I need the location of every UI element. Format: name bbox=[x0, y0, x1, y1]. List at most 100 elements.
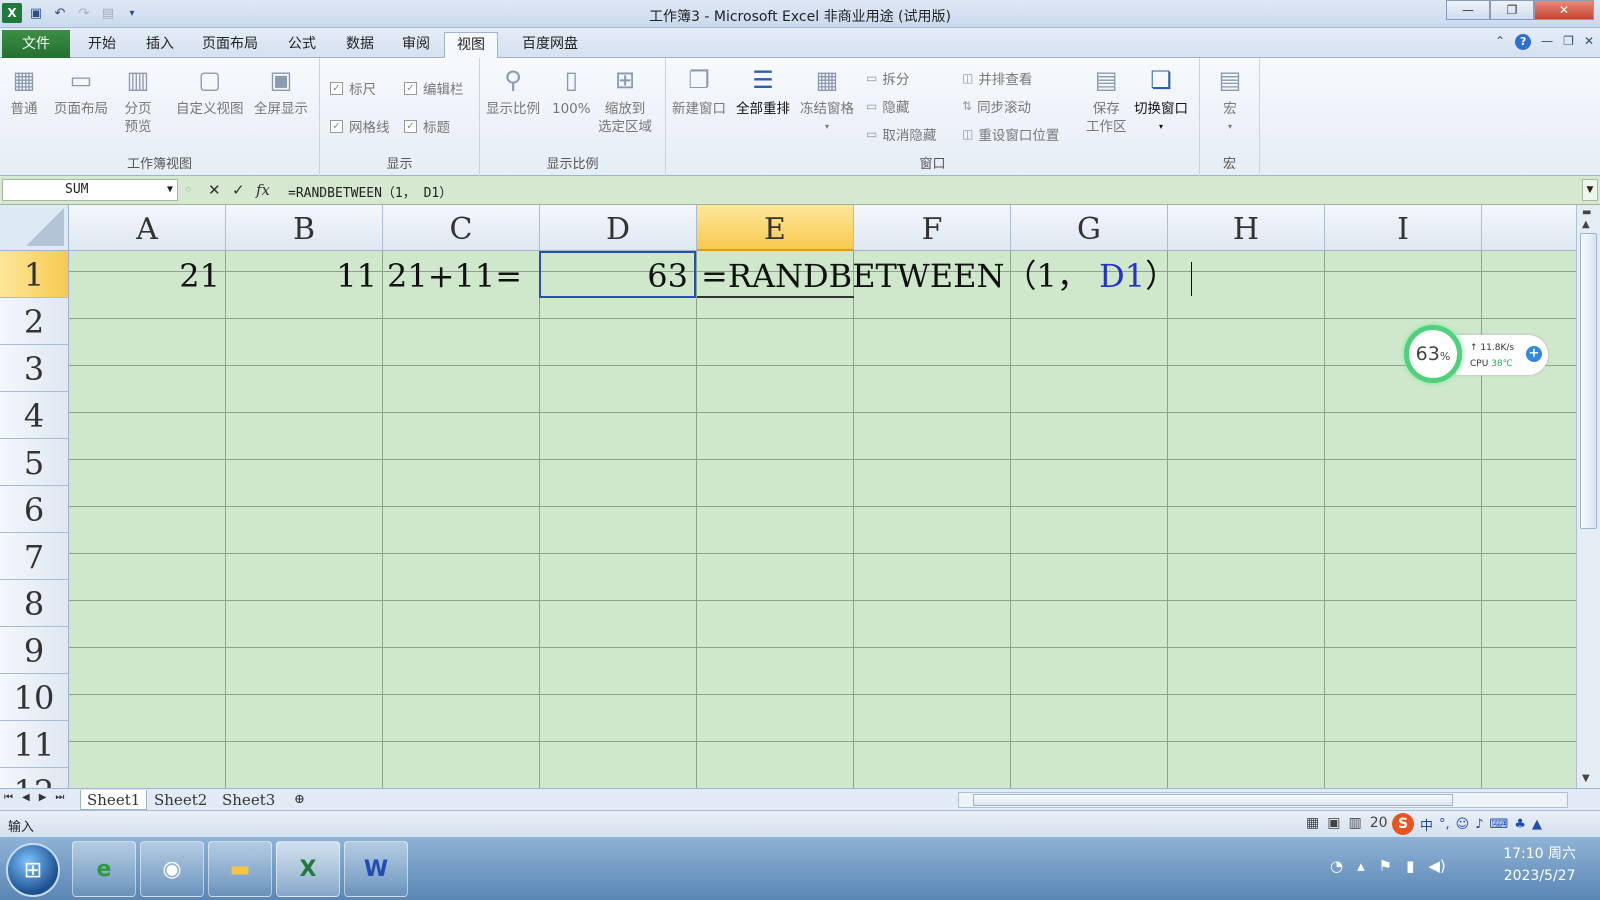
insert-sheet-icon[interactable]: ⊕ bbox=[288, 790, 311, 810]
column-header[interactable] bbox=[1482, 205, 1576, 251]
ie-icon[interactable]: e bbox=[72, 841, 136, 897]
cell-a1[interactable]: 21 bbox=[69, 251, 226, 298]
row-header[interactable]: 5 bbox=[0, 439, 69, 486]
help-icon[interactable]: ? bbox=[1515, 34, 1532, 50]
punctuation-icon[interactable]: °, bbox=[1439, 817, 1450, 832]
skin-icon[interactable]: ♣ bbox=[1514, 817, 1526, 832]
name-box[interactable]: SUM ▼ bbox=[2, 179, 178, 201]
column-header-selected[interactable]: E bbox=[697, 205, 854, 251]
cell-area[interactable]: 21 11 21+11= 63 =RANDBETWEEN（1， D1） bbox=[69, 251, 1576, 788]
page-layout-icon[interactable]: ▣ bbox=[1327, 815, 1340, 831]
microphone-icon[interactable]: ♪ bbox=[1475, 817, 1483, 832]
sync-scroll-button[interactable]: ⇅ 同步滚动 bbox=[962, 96, 1031, 116]
row-header[interactable]: 2 bbox=[0, 298, 69, 345]
row-header[interactable]: 7 bbox=[0, 533, 69, 580]
collapse-ribbon-icon[interactable]: ⌃ bbox=[1495, 34, 1505, 50]
word-icon[interactable]: W bbox=[344, 841, 408, 897]
cpu-monitor-widget[interactable]: ↑ 11.8K/s CPU 38℃ + 63% bbox=[1404, 325, 1550, 383]
formula-input[interactable]: =RANDBETWEEN（1， D1） bbox=[288, 182, 452, 201]
emoji-icon[interactable]: ☺ bbox=[1456, 817, 1470, 832]
cell-e1-editing[interactable]: =RANDBETWEEN（1， D1） bbox=[697, 251, 1193, 298]
minimize-button[interactable]: — bbox=[1446, 0, 1490, 20]
plus-icon[interactable]: + bbox=[1526, 346, 1542, 362]
unhide-button[interactable]: ▭ 取消隐藏 bbox=[866, 124, 936, 144]
zoom-button[interactable]: ⚲ 显示比例 bbox=[486, 64, 540, 118]
cell-d1-referenced[interactable]: 63 bbox=[539, 251, 696, 298]
keyboard-icon[interactable]: ⌨ bbox=[1490, 817, 1509, 832]
show-hidden-icons[interactable]: ▴ bbox=[1357, 857, 1365, 875]
tab-formulas[interactable]: 公式 bbox=[276, 32, 328, 58]
row-header[interactable]: 11 bbox=[0, 721, 69, 768]
cell-c1[interactable]: 21+11= bbox=[383, 251, 540, 298]
page-break-preview-button[interactable]: ▥ 分页 预览 bbox=[122, 64, 154, 136]
row-header[interactable]: 9 bbox=[0, 627, 69, 674]
cancel-icon[interactable]: ✕ bbox=[208, 181, 221, 199]
tab-baidu-netdisk[interactable]: 百度网盘 bbox=[510, 32, 590, 58]
column-header[interactable]: I bbox=[1325, 205, 1482, 251]
tab-review[interactable]: 审阅 bbox=[390, 32, 442, 58]
normal-view-icon[interactable]: ▦ bbox=[1306, 815, 1319, 831]
flag-icon[interactable]: ⚑ bbox=[1379, 857, 1392, 875]
horizontal-scrollbar[interactable] bbox=[958, 792, 1568, 808]
restore-button[interactable]: ❐ bbox=[1490, 0, 1534, 20]
split-button[interactable]: ▭ 拆分 bbox=[866, 68, 909, 88]
column-header[interactable]: F bbox=[854, 205, 1011, 251]
wifi-tray-icon[interactable]: ◔ bbox=[1330, 857, 1343, 875]
enter-icon[interactable]: ✓ bbox=[232, 181, 245, 199]
column-header[interactable]: A bbox=[69, 205, 226, 251]
reset-window-position-button[interactable]: ◫ 重设窗口位置 bbox=[962, 124, 1059, 144]
tab-home[interactable]: 开始 bbox=[76, 32, 128, 58]
prev-sheet-icon[interactable]: ◀ bbox=[22, 792, 30, 803]
scroll-thumb[interactable] bbox=[1580, 233, 1597, 529]
column-header[interactable]: B bbox=[226, 205, 383, 251]
toolbox-icon[interactable]: ▲ bbox=[1532, 817, 1542, 832]
hide-button[interactable]: ▭ 隐藏 bbox=[866, 96, 909, 116]
chevron-down-icon[interactable]: ▼ bbox=[167, 180, 173, 200]
first-sheet-icon[interactable]: ⏮ bbox=[4, 792, 13, 803]
row-header[interactable]: 12 bbox=[0, 768, 69, 788]
ime-language[interactable]: 中 bbox=[1420, 815, 1433, 834]
scroll-down-icon[interactable]: ▼ bbox=[1582, 773, 1590, 784]
page-break-icon[interactable]: ▥ bbox=[1348, 815, 1361, 831]
row-header[interactable]: 3 bbox=[0, 345, 69, 392]
tab-data[interactable]: 数据 bbox=[334, 32, 386, 58]
network-icon[interactable]: ▮ bbox=[1406, 857, 1414, 875]
scroll-up-icon[interactable]: ▲ bbox=[1582, 219, 1590, 230]
switch-windows-button[interactable]: ❏ 切换窗口 ▾ bbox=[1134, 64, 1188, 136]
folder-icon[interactable]: ▬ bbox=[208, 841, 272, 897]
column-header[interactable]: C bbox=[383, 205, 540, 251]
macros-button[interactable]: ▤ 宏 ▾ bbox=[1214, 64, 1246, 136]
tab-insert[interactable]: 插入 bbox=[134, 32, 186, 58]
new-window-button[interactable]: ❐ 新建窗口 bbox=[672, 64, 726, 118]
zoom-100-button[interactable]: ▯ 100% bbox=[552, 64, 591, 118]
headings-checkbox[interactable]: ✓ 标题 bbox=[404, 116, 450, 136]
row-header[interactable]: 10 bbox=[0, 674, 69, 721]
row-header[interactable]: 8 bbox=[0, 580, 69, 627]
formula-bar-checkbox[interactable]: ✓ 编辑栏 bbox=[404, 78, 464, 98]
custom-views-button[interactable]: ▢ 自定义视图 bbox=[176, 64, 244, 118]
view-side-by-side-button[interactable]: ◫ 并排查看 bbox=[962, 68, 1032, 88]
page-layout-view-button[interactable]: ▭ 页面布局 bbox=[54, 64, 108, 118]
column-header[interactable]: G bbox=[1011, 205, 1168, 251]
split-box-icon[interactable]: ▬ bbox=[1582, 207, 1591, 218]
last-sheet-icon[interactable]: ⏭ bbox=[55, 792, 64, 803]
sogou-ime-icon[interactable]: S bbox=[1392, 813, 1414, 835]
arrange-all-button[interactable]: ☰ 全部重排 bbox=[736, 64, 790, 118]
cell-b1[interactable]: 11 bbox=[226, 251, 383, 298]
start-button[interactable]: ⊞ bbox=[6, 843, 60, 897]
wifi-app-icon[interactable]: ◉ bbox=[140, 841, 204, 897]
row-header[interactable]: 6 bbox=[0, 486, 69, 533]
sheet-tab[interactable]: Sheet3 bbox=[216, 790, 281, 810]
doc-restore-icon[interactable]: ❐ bbox=[1563, 34, 1574, 50]
select-all-button[interactable] bbox=[0, 205, 69, 251]
sheet-tab[interactable]: Sheet2 bbox=[148, 790, 213, 810]
ruler-checkbox[interactable]: ✓ 标尺 bbox=[330, 78, 376, 98]
row-header[interactable]: 4 bbox=[0, 392, 69, 439]
doc-close-icon[interactable]: ✕ bbox=[1584, 34, 1594, 50]
scroll-thumb[interactable] bbox=[973, 794, 1453, 806]
save-workspace-button[interactable]: ▤ 保存 工作区 bbox=[1086, 64, 1127, 136]
sheet-tab[interactable]: Sheet1 bbox=[80, 790, 148, 810]
volume-icon[interactable]: ◀) bbox=[1428, 857, 1445, 875]
tab-page-layout[interactable]: 页面布局 bbox=[190, 32, 270, 58]
doc-minimize-icon[interactable]: — bbox=[1541, 34, 1553, 50]
